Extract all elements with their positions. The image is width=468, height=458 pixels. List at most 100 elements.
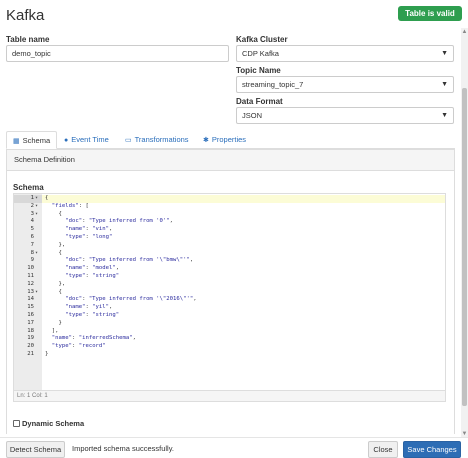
code-line: 11 "type": "string" <box>14 273 445 281</box>
kafka-cluster-label: Kafka Cluster <box>236 35 288 44</box>
data-format-value: JSON <box>242 111 263 120</box>
code-text: "doc": "Type inferred from '0'", <box>65 218 174 225</box>
code-line: 9 "doc": "Type inferred from '\"bmw\"'", <box>14 257 445 265</box>
code-text: "name": "model", <box>65 265 120 272</box>
status-badge: Table is valid <box>398 6 462 21</box>
tab-label: Properties <box>211 135 247 144</box>
line-number: 5 <box>30 226 34 233</box>
tab-properties[interactable]: ✱ Properties <box>197 131 252 149</box>
code-text: "type": "string" <box>65 312 120 318</box>
schema-label: Schema <box>13 183 44 192</box>
chevron-down-icon: ▼ <box>441 81 448 88</box>
close-button[interactable]: Close <box>368 441 398 458</box>
line-number: 9 <box>30 257 34 264</box>
code-text: "doc": "Type inferred from '\"bmw\"'", <box>65 257 194 264</box>
scroll-up-arrow[interactable]: ▲ <box>461 28 468 36</box>
schema-editor[interactable]: 1 ▾{2 ▾ "fields": [3 ▾ {4 "doc": "Type infe… <box>13 193 446 401</box>
code-line: 5 "name": "vin", <box>14 226 445 234</box>
code-line: 18 ], <box>14 328 445 336</box>
line-number: 19 <box>27 335 34 342</box>
code-text: } <box>45 319 62 326</box>
table-icon: ▦ <box>13 138 20 145</box>
line-number: 13 <box>27 288 34 295</box>
table-name-label: Table name <box>6 35 50 44</box>
tab-event-time[interactable]: ● Event Time <box>58 131 115 149</box>
code-text: "doc": "Type inferred from '\"2016\"'", <box>65 296 197 303</box>
monitor-icon: ▭ <box>125 137 132 144</box>
tab-label: Event Time <box>71 135 109 144</box>
tab-label: Schema <box>22 136 51 145</box>
code-line: 7 }, <box>14 242 445 250</box>
code-line: 12 }, <box>14 281 445 289</box>
page-title: Kafka <box>6 7 45 24</box>
line-number: 1 <box>30 195 34 201</box>
line-number: 3 <box>30 210 34 217</box>
code-text: "name": "vin", <box>65 226 113 233</box>
gear-icon: ✱ <box>203 137 209 144</box>
save-changes-button[interactable]: Save Changes <box>403 441 461 458</box>
code-line: 13 ▾ { <box>14 289 445 297</box>
code-text: } <box>45 351 49 357</box>
topic-name-label: Topic Name <box>236 66 281 75</box>
clock-icon: ● <box>64 137 69 144</box>
dynamic-schema-label: Dynamic Schema <box>22 419 85 428</box>
line-number: 10 <box>27 265 34 272</box>
scrollbar-thumb[interactable] <box>462 88 467 406</box>
code-line: 21} <box>14 351 445 359</box>
fold-arrow-icon[interactable]: ▾ <box>35 203 38 211</box>
tab-transformations[interactable]: ▭ Transformations <box>119 131 195 149</box>
code-text: { <box>45 288 62 295</box>
tab-label: Transformations <box>134 135 189 144</box>
line-number: 8 <box>30 249 34 256</box>
line-number: 4 <box>30 218 34 225</box>
code-line: 8 ▾ { <box>14 250 445 258</box>
chevron-down-icon: ▼ <box>441 50 448 57</box>
line-number: 17 <box>27 319 34 326</box>
data-format-label: Data Format <box>236 97 283 106</box>
line-number: 11 <box>27 273 34 279</box>
code-line: 3 ▾ { <box>14 211 445 219</box>
code-text: { <box>45 210 62 217</box>
line-number: 6 <box>30 234 34 240</box>
code-line: 16 "type": "string" <box>14 312 445 320</box>
line-number: 14 <box>27 296 34 303</box>
code-text: }, <box>45 280 66 287</box>
code-line: 6 "type": "long" <box>14 234 445 242</box>
code-line: 19 "name": "inferredSchema", <box>14 335 445 343</box>
footer-message: Imported schema successfully. <box>72 444 174 453</box>
code-line: 14 "doc": "Type inferred from '\"2016\"'… <box>14 296 445 304</box>
code-text: "type": "record" <box>51 343 106 350</box>
line-number: 7 <box>30 241 34 248</box>
code-text: "type": "long" <box>65 234 113 240</box>
fold-arrow-icon[interactable]: ▾ <box>35 211 38 219</box>
code-text: }, <box>45 241 66 248</box>
detect-schema-button[interactable]: Detect Schema <box>6 441 65 458</box>
code-line: 15 "name": "yil", <box>14 304 445 312</box>
editor-status-bar: Ln: 1 Col: 1 <box>13 390 446 402</box>
code-line: 10 "name": "model", <box>14 265 445 273</box>
table-name-input[interactable]: demo_topic <box>6 45 229 62</box>
kafka-cluster-value: CDP Kafka <box>242 49 279 58</box>
kafka-cluster-select[interactable]: CDP Kafka ▼ <box>236 45 454 62</box>
dynamic-schema-checkbox[interactable] <box>13 420 20 427</box>
code-text: "name": "yil", <box>65 304 113 311</box>
panel-header: Schema Definition <box>6 149 455 171</box>
topic-name-value: streaming_topic_7 <box>242 80 304 89</box>
tab-schema[interactable]: ▦ Schema <box>6 131 58 149</box>
topic-name-select[interactable]: streaming_topic_7 ▼ <box>236 76 454 93</box>
data-format-select[interactable]: JSON ▼ <box>236 107 454 124</box>
code-line: 17 } <box>14 320 445 328</box>
code-text: "type": "string" <box>65 273 120 279</box>
fold-arrow-icon[interactable]: ▾ <box>35 195 38 203</box>
code-text: { <box>45 195 49 201</box>
line-number: 20 <box>27 343 34 350</box>
code-line: 20 "type": "record" <box>14 343 445 351</box>
code-text: { <box>45 249 62 256</box>
line-number: 12 <box>27 280 34 287</box>
code-text: "name": "inferredSchema", <box>51 335 136 342</box>
fold-arrow-icon[interactable]: ▾ <box>35 250 38 258</box>
code-line: 1 ▾ { <box>14 195 445 203</box>
fold-arrow-icon[interactable]: ▾ <box>35 289 38 297</box>
line-number: 16 <box>27 312 34 318</box>
line-number: 21 <box>27 351 34 357</box>
